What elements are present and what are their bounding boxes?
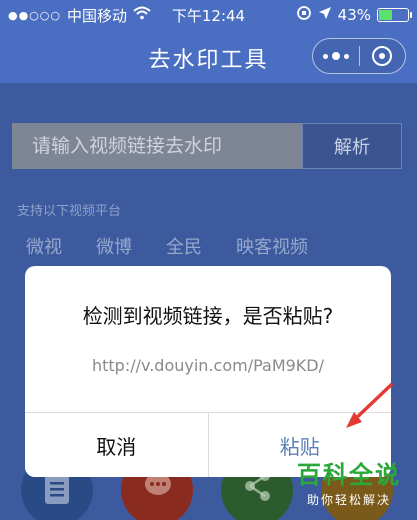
- nav-bar: 去水印工具: [0, 30, 417, 83]
- close-ring-icon[interactable]: [359, 38, 405, 74]
- parse-button[interactable]: 解析: [302, 123, 402, 169]
- status-time: 下午12:44: [171, 7, 246, 25]
- red-arrow-icon: [346, 382, 394, 428]
- platform-item[interactable]: 微视: [26, 233, 62, 259]
- dialog-url: http://v.douyin.com/PaM9KD/: [91, 356, 325, 375]
- watermark-title: 百科全说: [297, 461, 401, 489]
- platform-item[interactable]: 映客视频: [236, 233, 308, 259]
- watermark-subtitle: 助你轻松解决: [306, 493, 391, 507]
- dialog-title: 检测到视频链接，是否粘贴?: [82, 304, 334, 328]
- platform-item[interactable]: 全民: [166, 233, 202, 259]
- paste-link-dialog: 检测到视频链接，是否粘贴? http://v.douyin.com/PaM9KD…: [25, 266, 391, 477]
- watermark-logo: 百科全说 助你轻松解决: [287, 455, 411, 512]
- battery-level: [379, 10, 392, 20]
- platform-list: 微视 微博 全民 映客视频: [26, 233, 308, 259]
- battery-icon: [377, 8, 412, 22]
- link-input-row: 解析: [12, 123, 404, 169]
- supported-platforms-title: 支持以下视频平台: [17, 204, 122, 219]
- more-dots-icon[interactable]: [313, 38, 359, 74]
- status-bar: ●●○○○ 中国移动 下午12:44 43%: [0, 0, 417, 30]
- cancel-button[interactable]: 取消: [25, 413, 209, 477]
- mini-program-capsule: [312, 38, 406, 74]
- video-link-input[interactable]: [12, 123, 302, 169]
- platform-item[interactable]: 微博: [96, 233, 132, 259]
